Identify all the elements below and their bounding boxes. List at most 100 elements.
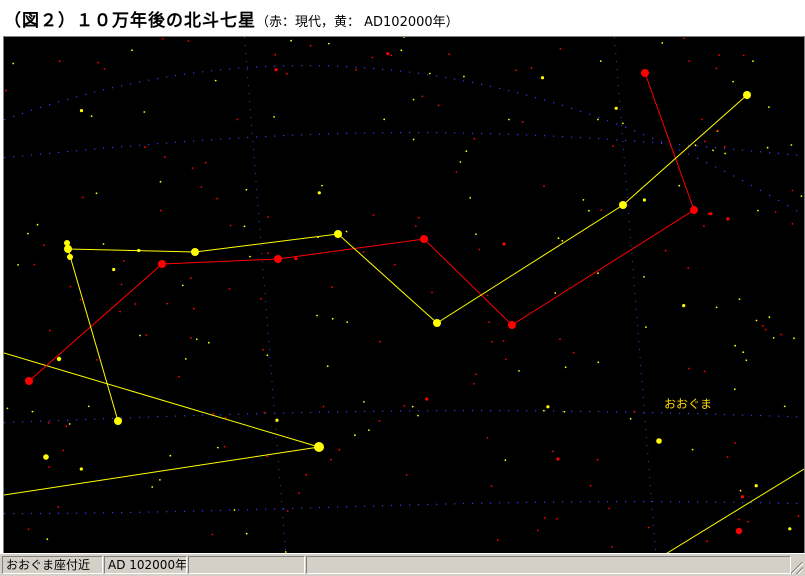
background-star [504, 358, 507, 361]
background-star [331, 317, 334, 320]
grid-dot [641, 381, 643, 382]
grid-dot [589, 137, 591, 139]
background-star [160, 209, 162, 212]
grid-dot [553, 501, 555, 503]
background-star [12, 62, 15, 65]
grid-dot [319, 507, 321, 509]
background-star [742, 54, 745, 57]
background-star [169, 454, 172, 457]
grid-dot [355, 66, 357, 68]
grid-dot [346, 66, 348, 68]
grid-dot [22, 513, 24, 515]
grid-dot [58, 419, 60, 422]
grid-dot [67, 419, 69, 421]
grid-dot [202, 139, 204, 141]
grid-dot [650, 493, 652, 494]
background-star [597, 272, 599, 275]
grid-dot [400, 410, 402, 412]
grid-dot [4, 513, 6, 515]
grid-dot [265, 301, 267, 302]
background-star [597, 361, 600, 364]
sky-canvas[interactable]: おおぐま [4, 37, 804, 555]
grid-dot [670, 412, 672, 414]
background-star [191, 167, 194, 170]
background-star [757, 209, 759, 212]
grid-dot [49, 420, 51, 422]
grid-dot [391, 410, 393, 412]
grid-dot [645, 429, 647, 430]
grid-dot [562, 501, 564, 503]
grid-dot [706, 413, 708, 415]
grid-dot [175, 141, 177, 143]
background-star [274, 68, 278, 72]
background-star [582, 199, 585, 201]
future-dipper-star [191, 248, 199, 256]
grid-dot [634, 293, 636, 294]
grid-dot [337, 506, 339, 508]
background-star [437, 104, 440, 107]
resize-grip[interactable] [791, 562, 803, 574]
field-star [735, 527, 743, 535]
grid-dot [589, 113, 591, 115]
background-star [144, 146, 146, 149]
background-star [81, 196, 84, 199]
background-star [486, 437, 489, 439]
background-star [421, 95, 424, 98]
grid-dot [688, 153, 690, 155]
grid-dot [112, 512, 114, 514]
background-star [732, 80, 734, 83]
grid-dot [580, 110, 582, 112]
grid-dot [382, 68, 384, 70]
background-star [412, 98, 415, 101]
grid-dot [598, 411, 600, 413]
grid-dot [445, 76, 447, 79]
grid-dot [622, 141, 624, 142]
grid-dot [267, 333, 269, 334]
grid-dot [267, 325, 268, 326]
grid-dot [271, 381, 273, 382]
grid-dot [651, 509, 653, 510]
grid-dot [628, 213, 630, 214]
grid-dot [157, 511, 159, 513]
background-star [405, 474, 408, 476]
grid-dot [220, 138, 222, 140]
grid-dot [276, 445, 278, 446]
grid-dot [244, 45, 246, 46]
background-star [159, 479, 161, 481]
grid-dot [277, 461, 279, 462]
background-star [285, 72, 288, 75]
background-star [354, 434, 356, 437]
grid-dot [623, 149, 624, 150]
background-star [678, 184, 681, 187]
background-star [745, 359, 748, 362]
sky-chart-view[interactable]: おおぐま [3, 36, 805, 556]
grid-dot [4, 422, 6, 424]
grid-dot [617, 85, 619, 86]
grid-dot [649, 477, 651, 478]
grid-dot [526, 410, 528, 412]
background-star [328, 42, 330, 45]
background-star [521, 121, 524, 123]
background-star [228, 288, 231, 290]
grid-dot [364, 132, 366, 134]
background-star [682, 304, 686, 308]
grid-dot [643, 134, 645, 136]
future-dipper-star [433, 319, 441, 327]
grid-dot [252, 141, 254, 142]
grid-dot [229, 413, 231, 415]
grid-dot [274, 421, 276, 422]
background-star [600, 209, 602, 212]
grid-dot [40, 420, 42, 422]
background-star [768, 106, 770, 108]
grid-dot [526, 94, 528, 96]
background-star [563, 410, 566, 413]
background-star [120, 283, 123, 286]
background-star [211, 533, 214, 536]
grid-dot [273, 405, 275, 406]
grid-dot [157, 78, 159, 80]
grid-dot [697, 413, 699, 415]
background-star [496, 539, 499, 542]
grid-dot [427, 132, 429, 134]
grid-dot [261, 261, 263, 262]
grid-dot [103, 418, 105, 420]
